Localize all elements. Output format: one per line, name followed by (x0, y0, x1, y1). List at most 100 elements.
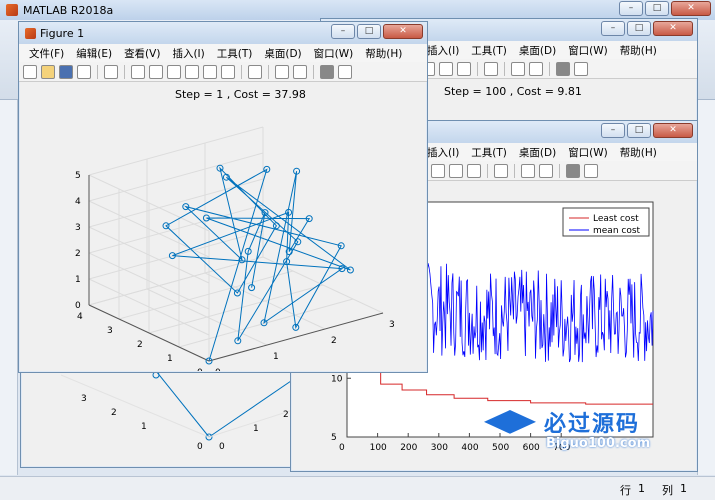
y-tick-label: 10 (331, 374, 343, 384)
open-file-icon[interactable] (41, 64, 55, 79)
x-tick-label: 0 (339, 443, 345, 453)
minimize-button[interactable]: – (601, 123, 625, 138)
menu-item-help[interactable]: 帮助(H) (614, 43, 663, 58)
y-tick-label: 4 (77, 312, 83, 322)
hide-plot-tools-icon[interactable] (320, 64, 334, 79)
pan-icon[interactable] (167, 64, 181, 79)
menu-item-view[interactable]: 查看(V) (118, 46, 166, 61)
brush-icon[interactable] (457, 61, 471, 76)
hide-plot-tools-icon[interactable] (556, 61, 570, 76)
minimize-button[interactable]: – (601, 21, 625, 36)
legend-icon[interactable] (529, 61, 543, 76)
svg-text:0: 0 (219, 442, 225, 452)
grid-line (88, 256, 264, 306)
grid-line (88, 126, 264, 176)
x-tick-label: 3 (389, 320, 395, 330)
menu-item-desktop[interactable]: 桌面(D) (513, 145, 562, 160)
maximize-button[interactable]: □ (357, 24, 381, 39)
menu-item-desktop[interactable]: 桌面(D) (258, 46, 307, 61)
svg-text:1: 1 (141, 422, 147, 432)
figure1-titlebar: Figure 1 – □ ✕ (19, 22, 427, 44)
z-tick-label: 3 (75, 223, 81, 233)
zoom-out-icon[interactable] (149, 64, 163, 79)
show-plot-tools-icon[interactable] (584, 163, 598, 178)
menu-item-desktop[interactable]: 桌面(D) (513, 43, 562, 58)
rotate-icon[interactable] (431, 163, 445, 178)
link-icon[interactable] (494, 163, 508, 178)
hide-plot-tools-icon[interactable] (566, 163, 580, 178)
show-plot-tools-icon[interactable] (338, 64, 352, 79)
colorbar-icon[interactable] (521, 163, 535, 178)
3d-axes: 012301234012345 (75, 126, 395, 371)
zoom-in-icon[interactable] (131, 64, 145, 79)
x-tick-label: 300 (431, 443, 448, 453)
menu-item-edit[interactable]: 编辑(E) (70, 46, 118, 61)
brush-icon[interactable] (467, 163, 481, 178)
colorbar-icon[interactable] (511, 61, 525, 76)
close-button[interactable]: ✕ (653, 21, 693, 36)
new-figure-icon[interactable] (23, 64, 37, 79)
menu-item-tools[interactable]: 工具(T) (465, 145, 513, 160)
svg-text:2: 2 (283, 410, 289, 420)
menu-item-file[interactable]: 文件(F) (23, 46, 70, 61)
minimize-button[interactable]: – (619, 1, 643, 16)
figure-window-1[interactable]: Figure 1 – □ ✕ 文件(F) 编辑(E) 查看(V) 插入(I) 工… (18, 21, 428, 373)
figure-window-bottom-left[interactable]: 3 2 1 0 0 1 2 (20, 360, 322, 468)
menu-item-window[interactable]: 窗口(W) (308, 46, 360, 61)
menu-item-help[interactable]: 帮助(H) (614, 145, 663, 160)
grid-line (178, 298, 354, 348)
route-line (165, 166, 351, 362)
x-tick-label: 2 (331, 336, 337, 346)
colorbar-icon[interactable] (275, 64, 289, 79)
figure-icon (25, 27, 36, 39)
x-tick-label: 1 (273, 352, 279, 362)
maximize-button[interactable]: □ (645, 1, 669, 16)
rotate-icon[interactable] (185, 64, 199, 79)
print-icon[interactable] (77, 64, 91, 79)
minimize-button[interactable]: – (331, 24, 355, 39)
menu-item-insert[interactable]: 插入(I) (166, 46, 210, 61)
svg-text:0: 0 (197, 442, 203, 452)
maximize-button[interactable]: □ (627, 21, 651, 36)
menu-item-tools[interactable]: 工具(T) (211, 46, 259, 61)
workspace-panel (697, 100, 715, 475)
y-tick-label: 3 (107, 326, 113, 336)
close-button[interactable]: ✕ (671, 1, 711, 16)
bottom-left-plot: 3 2 1 0 0 1 2 (60, 370, 322, 452)
y-tick-label: 1 (167, 354, 173, 364)
graduation-cap-icon (484, 410, 536, 434)
legend-label: mean cost (593, 226, 641, 236)
close-button[interactable]: ✕ (653, 123, 693, 138)
data-cursor-icon[interactable] (439, 61, 453, 76)
menu-item-window[interactable]: 窗口(W) (562, 145, 614, 160)
legend-icon[interactable] (539, 163, 553, 178)
3d-plot: 012301234012345 (75, 126, 395, 371)
status-col-label: 列 (662, 484, 673, 497)
maximize-button[interactable]: □ (627, 123, 651, 138)
menu-item-help[interactable]: 帮助(H) (359, 46, 408, 61)
svg-text:3: 3 (81, 394, 87, 404)
data-cursor-icon[interactable] (203, 64, 217, 79)
save-icon[interactable] (59, 64, 73, 79)
z-tick-label: 1 (75, 275, 81, 285)
y-tick-label: 5 (331, 433, 337, 443)
x-axis-line (208, 312, 384, 362)
brush-icon[interactable] (221, 64, 235, 79)
data-cursor-icon[interactable] (449, 163, 463, 178)
status-row-label: 行 (620, 484, 631, 497)
figure1-toolbar (19, 62, 427, 82)
matlab-titlebar: MATLAB R2018a (0, 0, 715, 20)
legend-icon[interactable] (293, 64, 307, 79)
link-icon[interactable] (248, 64, 262, 79)
menu-item-tools[interactable]: 工具(T) (465, 43, 513, 58)
matlab-logo-icon (6, 4, 18, 16)
show-plot-tools-icon[interactable] (574, 61, 588, 76)
close-button[interactable]: ✕ (383, 24, 423, 39)
z-tick-label: 0 (75, 301, 81, 311)
y-tick-label: 0 (197, 368, 203, 371)
figure-back-plot-title: Step = 100 , Cost = 9.81 (444, 85, 582, 98)
link-icon[interactable] (484, 61, 498, 76)
menu-item-window[interactable]: 窗口(W) (562, 43, 614, 58)
edit-plot-icon[interactable] (104, 64, 118, 79)
z-tick-label: 4 (75, 197, 81, 207)
